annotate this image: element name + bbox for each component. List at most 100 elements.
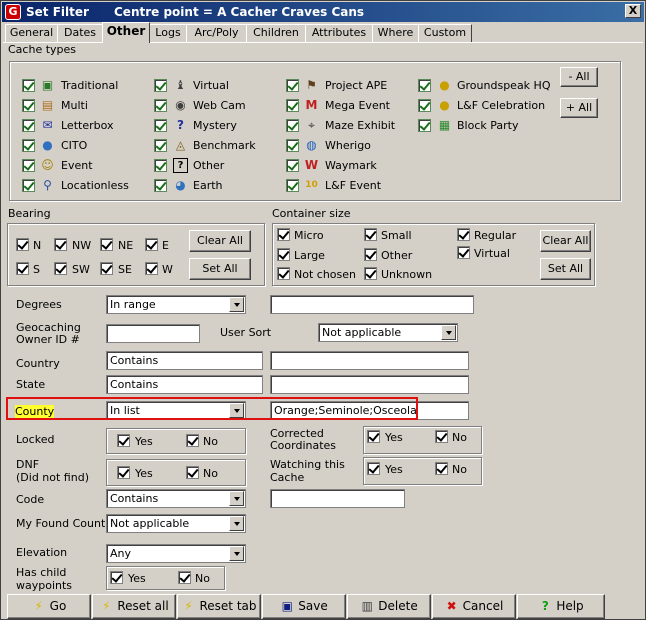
checkbox-webcam[interactable] xyxy=(154,99,167,112)
checkbox-traditional[interactable] xyxy=(22,79,35,92)
label-lf-event: L&F Event xyxy=(325,179,382,192)
checkbox-project-ape[interactable] xyxy=(286,79,299,92)
checkbox-dnf-no[interactable] xyxy=(186,466,199,479)
found-count-select[interactable]: Not applicable xyxy=(106,514,246,533)
cache-types-label: Cache types xyxy=(8,43,77,56)
plus-all-button[interactable]: + All xyxy=(560,98,598,118)
tab-logs[interactable]: Logs xyxy=(149,24,187,42)
checkbox-locked-no[interactable] xyxy=(186,434,199,447)
label-bearing-w: W xyxy=(162,263,173,276)
help-button-label: Help xyxy=(556,599,584,613)
checkbox-bearing-sw[interactable] xyxy=(54,262,67,275)
state-select[interactable]: Contains xyxy=(106,375,263,394)
checkbox-block-party[interactable] xyxy=(418,119,431,132)
checkbox-container-virtual[interactable] xyxy=(457,246,470,259)
checkbox-event[interactable] xyxy=(22,159,35,172)
degrees-input[interactable] xyxy=(270,295,474,314)
checkbox-child-no[interactable] xyxy=(178,571,191,584)
checkbox-watching-no[interactable] xyxy=(435,462,448,475)
found-count-select-value: Not applicable xyxy=(110,517,190,530)
maze-exhibit-icon: ⌖ xyxy=(308,118,315,132)
country-select[interactable]: Contains xyxy=(106,351,263,370)
container-clear-all-button[interactable]: Clear All xyxy=(540,230,591,252)
checkbox-corrected-no[interactable] xyxy=(435,430,448,443)
tab-attributes[interactable]: Attributes xyxy=(305,24,373,42)
degrees-select-value: In range xyxy=(110,298,156,311)
checkbox-locationless[interactable] xyxy=(22,179,35,192)
label-bearing-e: E xyxy=(162,239,169,252)
checkbox-bearing-w[interactable] xyxy=(145,262,158,275)
label-container-other: Other xyxy=(381,249,413,262)
container-set-all-button[interactable]: Set All xyxy=(540,258,591,280)
minus-all-button[interactable]: - All xyxy=(560,67,598,87)
checkbox-maze-exhibit[interactable] xyxy=(286,119,299,132)
user-sort-select[interactable]: Not applicable xyxy=(318,323,458,342)
child-label-line1: Has child xyxy=(16,566,67,579)
owner-id-input[interactable] xyxy=(106,324,200,343)
bearing-clear-all-button[interactable]: Clear All xyxy=(189,230,251,252)
state-input[interactable] xyxy=(270,375,469,394)
checkbox-waymark[interactable] xyxy=(286,159,299,172)
elevation-select[interactable]: Any xyxy=(106,544,246,563)
checkbox-wherigo[interactable] xyxy=(286,139,299,152)
label-not-chosen: Not chosen xyxy=(294,268,356,281)
checkbox-bearing-nw[interactable] xyxy=(54,238,67,251)
x-icon: ✖ xyxy=(446,599,457,613)
checkbox-watching-yes[interactable] xyxy=(367,462,380,475)
help-button[interactable]: ? Help xyxy=(517,594,605,619)
checkbox-benchmark[interactable] xyxy=(154,139,167,152)
checkbox-mystery[interactable] xyxy=(154,119,167,132)
country-input[interactable] xyxy=(270,351,469,370)
checkbox-mega-event[interactable] xyxy=(286,99,299,112)
reset-all-button[interactable]: ⚡ Reset all xyxy=(92,594,176,619)
tab-dates[interactable]: Dates xyxy=(57,24,103,42)
save-button-label: Save xyxy=(298,599,328,613)
child-label-line2: waypoints xyxy=(16,579,73,592)
window-title: Set Filter Centre point = A Cacher Crave… xyxy=(26,5,365,19)
tab-where[interactable]: Where xyxy=(372,24,419,42)
block-party-icon: ▦ xyxy=(438,118,451,132)
save-button[interactable]: ▣ Save xyxy=(262,594,346,619)
checkbox-large[interactable] xyxy=(277,248,290,261)
checkbox-corrected-yes[interactable] xyxy=(367,430,380,443)
reset-tab-button[interactable]: ⚡ Reset tab xyxy=(177,594,261,619)
tab-custom[interactable]: Custom xyxy=(418,24,472,42)
degrees-select[interactable]: In range xyxy=(106,295,246,314)
checkbox-micro[interactable] xyxy=(277,228,290,241)
checkbox-earth[interactable] xyxy=(154,179,167,192)
checkbox-lf-celebration[interactable] xyxy=(418,99,431,112)
tab-arc-poly[interactable]: Arc/Poly xyxy=(186,24,247,42)
tab-children[interactable]: Children xyxy=(246,24,306,42)
checkbox-groundspeak-hq[interactable] xyxy=(418,79,431,92)
checkbox-bearing-se[interactable] xyxy=(100,262,113,275)
checkbox-regular[interactable] xyxy=(457,228,470,241)
tab-other[interactable]: Other xyxy=(102,22,150,43)
checkbox-dnf-yes[interactable] xyxy=(117,466,130,479)
checkbox-bearing-n[interactable] xyxy=(16,238,29,251)
checkbox-child-yes[interactable] xyxy=(110,571,123,584)
code-input[interactable] xyxy=(270,489,405,508)
delete-button[interactable]: ▥ Delete xyxy=(347,594,431,619)
checkbox-multi[interactable] xyxy=(22,99,35,112)
tab-general[interactable]: General xyxy=(5,24,58,42)
checkbox-container-other[interactable] xyxy=(364,248,377,261)
mega-event-icon: M xyxy=(305,98,318,112)
checkbox-not-chosen[interactable] xyxy=(277,267,290,280)
checkbox-bearing-s[interactable] xyxy=(16,262,29,275)
checkbox-bearing-ne[interactable] xyxy=(100,238,113,251)
checkbox-bearing-e[interactable] xyxy=(145,238,158,251)
checkbox-virtual[interactable] xyxy=(154,79,167,92)
label-micro: Micro xyxy=(294,229,324,242)
checkbox-letterbox[interactable] xyxy=(22,119,35,132)
bearing-set-all-button[interactable]: Set All xyxy=(189,258,251,280)
checkbox-locked-yes[interactable] xyxy=(117,434,130,447)
cancel-button[interactable]: ✖ Cancel xyxy=(432,594,516,619)
checkbox-cito[interactable] xyxy=(22,139,35,152)
checkbox-other[interactable] xyxy=(154,159,167,172)
code-select[interactable]: Contains xyxy=(106,489,246,508)
go-button[interactable]: ⚡ Go xyxy=(7,594,91,619)
checkbox-lf-event[interactable] xyxy=(286,179,299,192)
checkbox-small[interactable] xyxy=(364,228,377,241)
checkbox-unknown[interactable] xyxy=(364,267,377,280)
close-button[interactable]: X xyxy=(625,4,641,18)
